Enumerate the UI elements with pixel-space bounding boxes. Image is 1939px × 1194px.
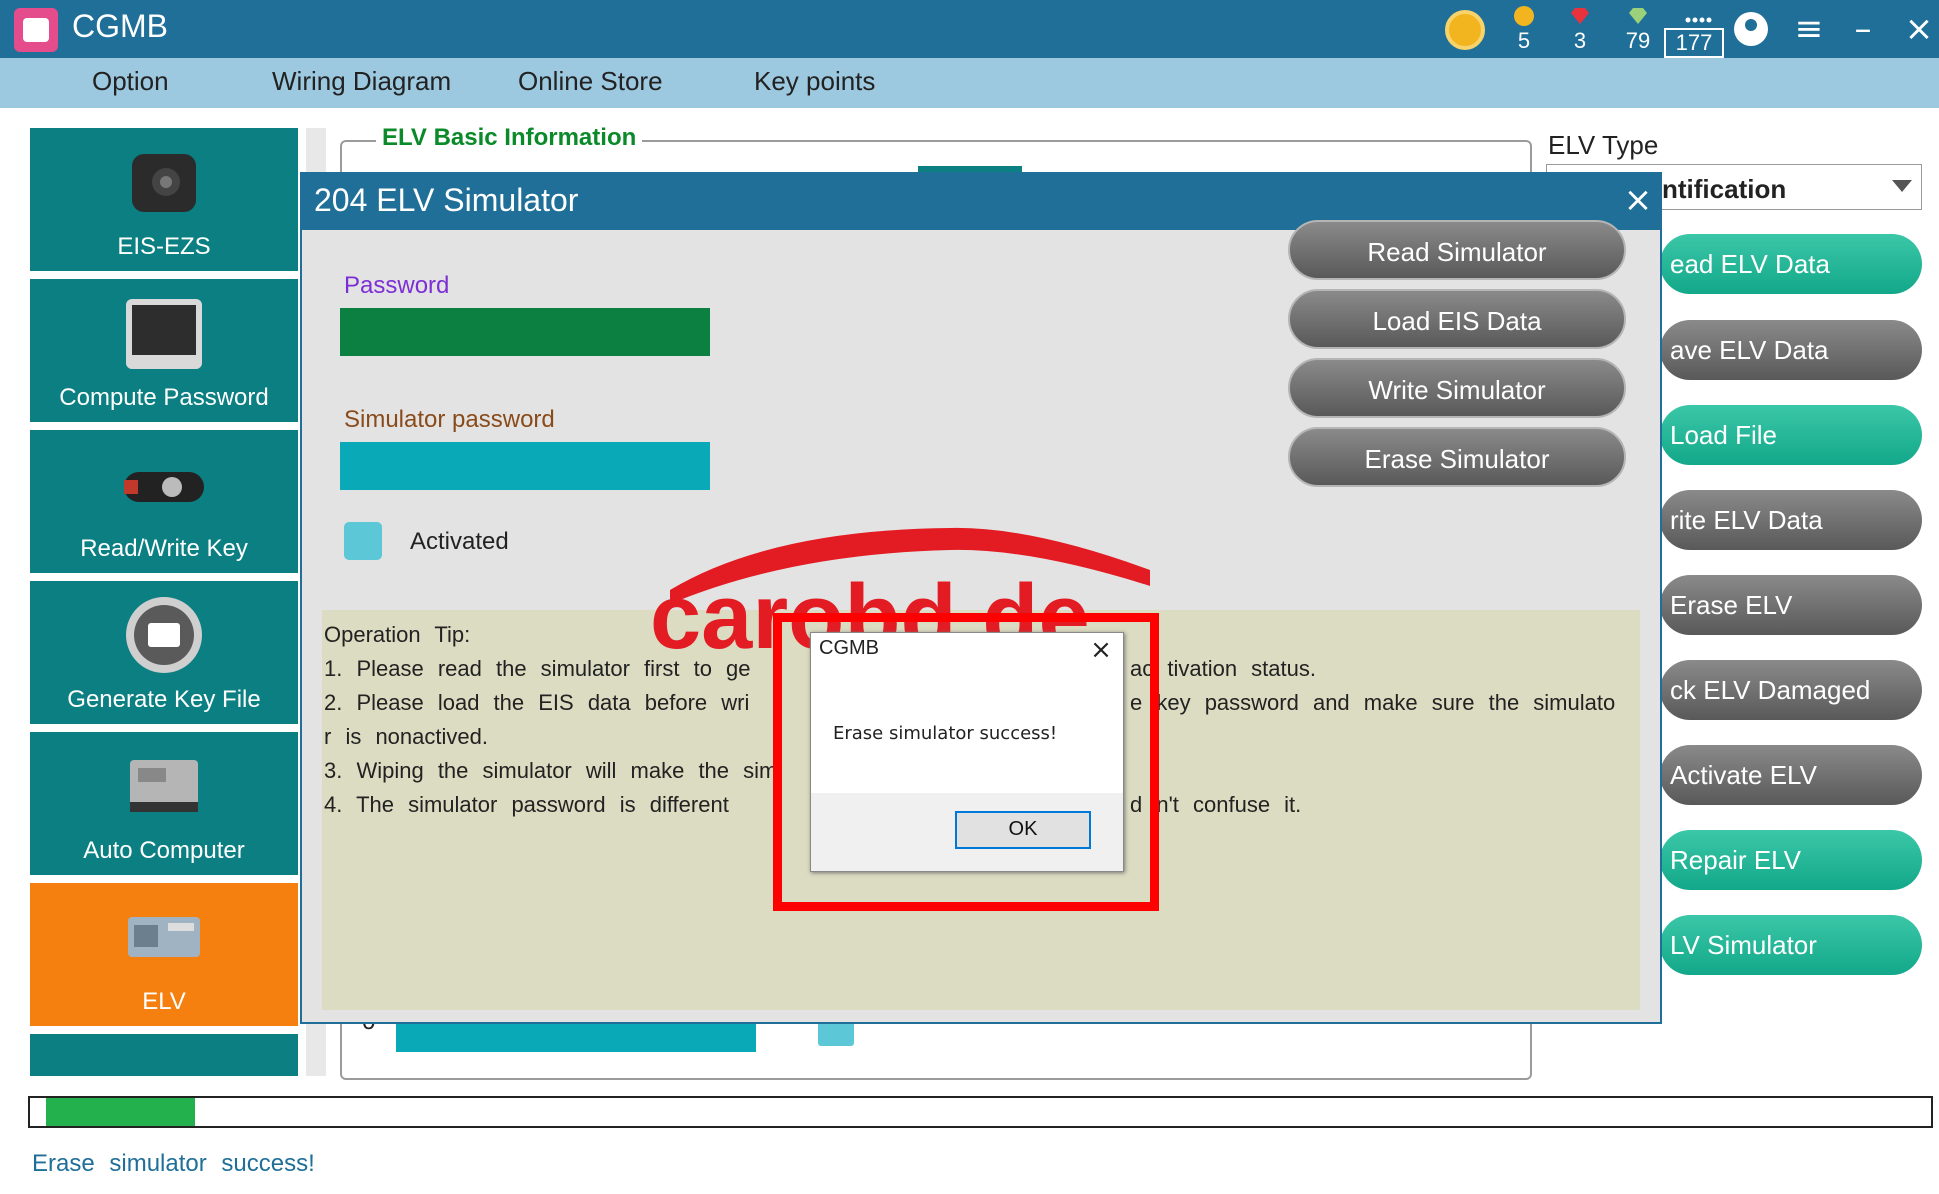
menu-bar: Option Wiring Diagram Online Store Key p… [0,58,1939,108]
title-bar: CGMB 5 3 79 177 ≡ – × [0,0,1939,58]
sidebar-item-elv[interactable]: ELV [30,883,298,1030]
medal-icon[interactable] [1445,10,1485,50]
menu-icon[interactable]: ≡ [1786,6,1832,52]
user-icon[interactable] [1734,12,1768,46]
tip-heading: Operation Tip: [324,622,471,647]
gem-icon [1628,6,1648,26]
tip-line: 4. The simulator password is different [324,792,729,817]
menu-option[interactable]: Option [92,66,169,97]
compute-password-icon [124,293,204,373]
sidebar-item-partial[interactable] [30,1034,298,1076]
elv-info-field [396,1024,756,1052]
menu-key-points[interactable]: Key points [754,66,875,97]
elv-basic-info-title: ELV Basic Information [376,124,643,152]
read-elv-data-button[interactable]: ead ELV Data [1660,234,1922,294]
coin-count: 5 [1517,28,1531,53]
ok-button[interactable]: OK [955,811,1091,849]
activated-checkbox[interactable] [344,522,382,560]
save-elv-data-button[interactable]: ave ELV Data [1660,320,1922,380]
message-box-text: Erase simulator success! [833,723,1058,744]
tip-line: 3. Wiping the simulator will make the si… [324,758,778,783]
gem-count: 79 [1625,28,1651,53]
repair-elv-button[interactable]: Repair ELV [1660,830,1922,890]
close-icon[interactable]: × [1620,180,1656,220]
status-text: Erase simulator success! [32,1150,315,1177]
ruby-count: 3 [1573,28,1587,53]
sidebar-item-compute-password[interactable]: Compute Password [30,279,298,426]
coin-stat: 5 [1494,0,1554,58]
tip-line: r is nonactived. [324,724,488,749]
elv-module-icon [124,897,204,977]
dialog-title: 204 ELV Simulator [314,182,579,218]
sidebar-item-auto-computer[interactable]: Auto Computer [30,732,298,879]
points-count: 177 [1664,28,1724,58]
printer-icon [124,595,204,675]
menu-wiring-diagram[interactable]: Wiring Diagram [272,66,451,97]
close-icon[interactable]: × [1081,633,1121,667]
erase-elv-button[interactable]: Erase ELV [1660,575,1922,635]
activated-label: Activated [410,528,509,555]
close-icon[interactable]: × [1896,6,1939,52]
sidebar-item-label: ELV [142,988,186,1015]
app-title: CGMB [72,8,168,44]
app-logo-icon [14,8,58,52]
sidebar-item-label: EIS-EZS [117,233,211,260]
message-box: CGMB × Erase simulator success! OK [810,632,1124,872]
sidebar-item-label: Compute Password [59,384,269,411]
load-file-button[interactable]: Load File [1660,405,1922,465]
elv-type-label: ELV Type [1548,130,1659,160]
car-key-icon [124,444,204,524]
password-label: Password [344,272,450,299]
elv-type-value: ntification [1662,174,1787,204]
elv-simulator-button[interactable]: LV Simulator [1660,915,1922,975]
read-simulator-button[interactable]: Read Simulator [1288,220,1626,280]
eis-ezs-icon [124,142,204,222]
ruby-icon [1570,6,1590,26]
sidebar: EIS-EZS Compute Password Read/Write Key … [30,128,298,1076]
tip-line: 2. Please load the EIS data before wri [324,690,750,715]
sidebar-item-label: Read/Write Key [80,535,248,562]
write-simulator-button[interactable]: Write Simulator [1288,358,1626,418]
gem-stat: 79 [1608,0,1668,58]
ecu-icon [124,746,204,826]
write-elv-data-button[interactable]: rite ELV Data [1660,490,1922,550]
message-box-title: CGMB [819,637,879,659]
points-icon [1684,6,1712,26]
ruby-stat: 3 [1550,0,1610,58]
points-stat: 177 [1664,0,1724,58]
sidebar-item-generate-key-file[interactable]: Generate Key File [30,581,298,728]
chevron-down-icon[interactable] [1892,180,1912,192]
tip-line-continued: e key password and make sure the simulat… [1130,690,1616,715]
progress-fill [46,1098,195,1126]
simulator-password-label: Simulator password [344,406,555,433]
sidebar-item-label: Auto Computer [83,837,245,864]
activate-elv-button[interactable]: Activate ELV [1660,745,1922,805]
erase-simulator-button[interactable]: Erase Simulator [1288,427,1626,487]
sidebar-item-label: Generate Key File [67,686,261,713]
check-elv-damaged-button[interactable]: ck ELV Damaged [1660,660,1922,720]
sidebar-item-read-write-key[interactable]: Read/Write Key [30,430,298,577]
load-eis-data-button[interactable]: Load EIS Data [1288,289,1626,349]
progress-bar [28,1096,1933,1128]
password-field[interactable] [340,308,710,356]
coin-icon [1514,6,1534,26]
sidebar-item-eis-ezs[interactable]: EIS-EZS [30,128,298,275]
minimize-icon[interactable]: – [1840,6,1886,52]
menu-online-store[interactable]: Online Store [518,66,663,97]
simulator-password-field[interactable] [340,442,710,490]
